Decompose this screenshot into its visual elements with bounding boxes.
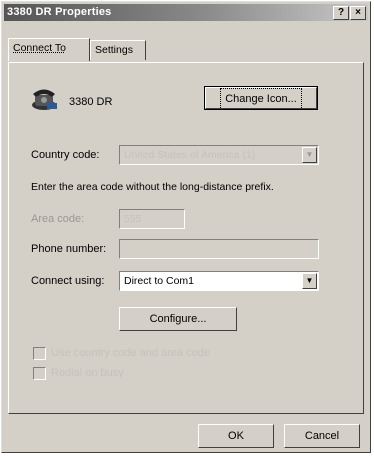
ok-button-label: OK [228,430,244,442]
phone-icon [32,89,57,110]
tab-connect-to[interactable]: Connect To [8,38,90,61]
cancel-button[interactable]: Cancel [284,424,360,448]
phone-number-field[interactable] [119,239,319,259]
area-code-field[interactable]: 555 [119,209,185,229]
title-bar[interactable]: 3380 DR Properties ? × [4,4,368,21]
connect-using-select[interactable]: Direct to Com1 ▼ [119,271,319,291]
tab-settings-label: Settings [95,44,133,56]
connect-using-label: Connect using: [31,275,105,287]
change-icon-button[interactable]: Change Icon... [204,86,318,110]
connect-using-value: Direct to Com1 [124,275,195,287]
ok-button[interactable]: OK [198,424,274,448]
country-code-select[interactable]: United States of America (1) ▼ [119,145,319,165]
country-code-label: Country code: [31,149,100,161]
area-code-label: Area code: [31,213,85,225]
properties-dialog: 3380 DR Properties ? × Connect To Settin… [1,1,371,453]
configure-button-label: Configure... [149,313,207,325]
tab-settings[interactable]: Settings [90,40,146,60]
use-country-code-label: Use country code and area code [51,347,210,359]
configure-button[interactable]: Configure... [119,307,237,331]
chevron-down-icon[interactable]: ▼ [302,147,317,163]
cancel-button-label: Cancel [304,430,340,442]
country-code-value: United States of America (1) [124,149,256,161]
phone-number-label: Phone number: [31,243,107,255]
tab-connect-to-label: Connect To [13,42,66,54]
redial-checkbox[interactable] [33,367,46,380]
connect-to-panel: 3380 DR Change Icon... Country code: Uni… [8,62,364,414]
instruction-text: Enter the area code without the long-dis… [31,181,274,193]
window-title: 3380 DR Properties [7,6,112,18]
redial-label: Redial on busy [51,367,124,379]
close-button[interactable]: × [350,6,366,20]
change-icon-button-label: Change Icon... [220,88,302,110]
help-button[interactable]: ? [333,6,349,20]
area-code-value: 555 [124,213,142,225]
connection-name: 3380 DR [69,96,113,108]
use-country-code-checkbox[interactable] [33,347,46,360]
chevron-down-icon[interactable]: ▼ [302,273,317,289]
